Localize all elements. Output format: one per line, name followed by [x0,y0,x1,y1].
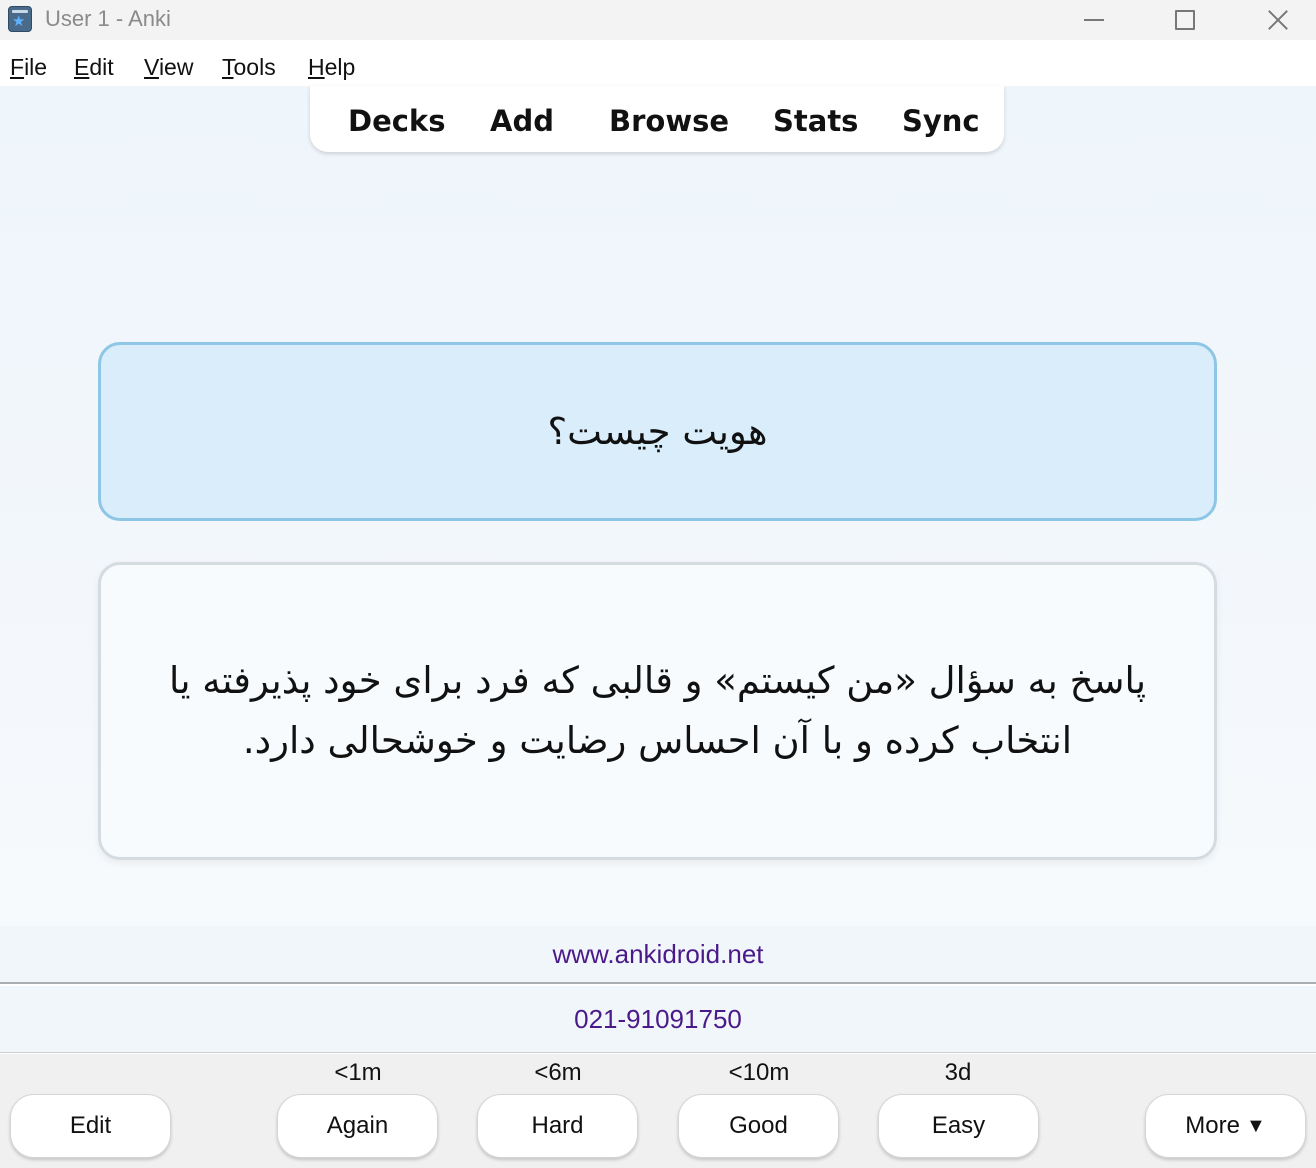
menu-file[interactable]: File [10,54,47,81]
menu-tools[interactable]: Tools [222,54,276,81]
website-link[interactable]: www.ankidroid.net [553,939,764,970]
close-button[interactable] [1255,0,1301,40]
easy-interval: 3d [944,1059,972,1086]
close-icon [1267,9,1289,31]
anki-app-icon: ★ [8,6,32,32]
maximize-button[interactable] [1162,0,1208,40]
more-label: More [1185,1112,1240,1139]
question-card: هویت چیست؟ [98,342,1217,521]
phone-link[interactable]: 021-91091750 [574,1004,742,1035]
toolbar-stats[interactable]: Stats [773,104,858,138]
maximize-icon [1175,10,1195,30]
easy-button[interactable]: Easy [878,1094,1039,1158]
question-text: هویت چیست؟ [547,410,768,453]
answer-card: پاسخ به سؤال «من کیستم» و قالبی که فرد ب… [98,562,1217,860]
again-button[interactable]: Again [277,1094,438,1158]
phone-band: 021-91091750 [0,986,1316,1053]
reviewer-area: Decks Add Browse Stats Sync هویت چیست؟ پ… [0,86,1316,926]
answer-text: پاسخ به سؤال «من کیستم» و قالبی که فرد ب… [168,659,1147,762]
minimize-button[interactable] [1071,0,1117,40]
hard-button[interactable]: Hard [477,1094,638,1158]
again-interval: <1m [334,1059,382,1086]
toolbar-browse[interactable]: Browse [609,104,729,138]
title-bar: ★ User 1 - Anki [0,0,1316,40]
menu-bar: File Edit View Tools Help [0,46,1316,86]
more-button[interactable]: More ▼ [1145,1094,1306,1158]
menu-help[interactable]: Help [308,54,355,81]
hard-interval: <6m [534,1059,582,1086]
menu-edit[interactable]: Edit [74,54,114,81]
answer-bar: <1m <6m <10m 3d Edit Again Hard Good Eas… [0,1054,1316,1168]
dropdown-caret-icon: ▼ [1245,1114,1266,1137]
edit-button[interactable]: Edit [10,1094,171,1158]
good-button[interactable]: Good [678,1094,839,1158]
website-band: www.ankidroid.net [0,926,1316,984]
toolbar-sync[interactable]: Sync [902,104,980,138]
menu-view[interactable]: View [144,54,193,81]
main-toolbar: Decks Add Browse Stats Sync [310,86,1004,152]
good-interval: <10m [728,1059,790,1086]
window-title: User 1 - Anki [45,6,171,31]
toolbar-add[interactable]: Add [490,104,554,138]
minimize-icon [1084,19,1104,21]
toolbar-decks[interactable]: Decks [348,104,445,138]
